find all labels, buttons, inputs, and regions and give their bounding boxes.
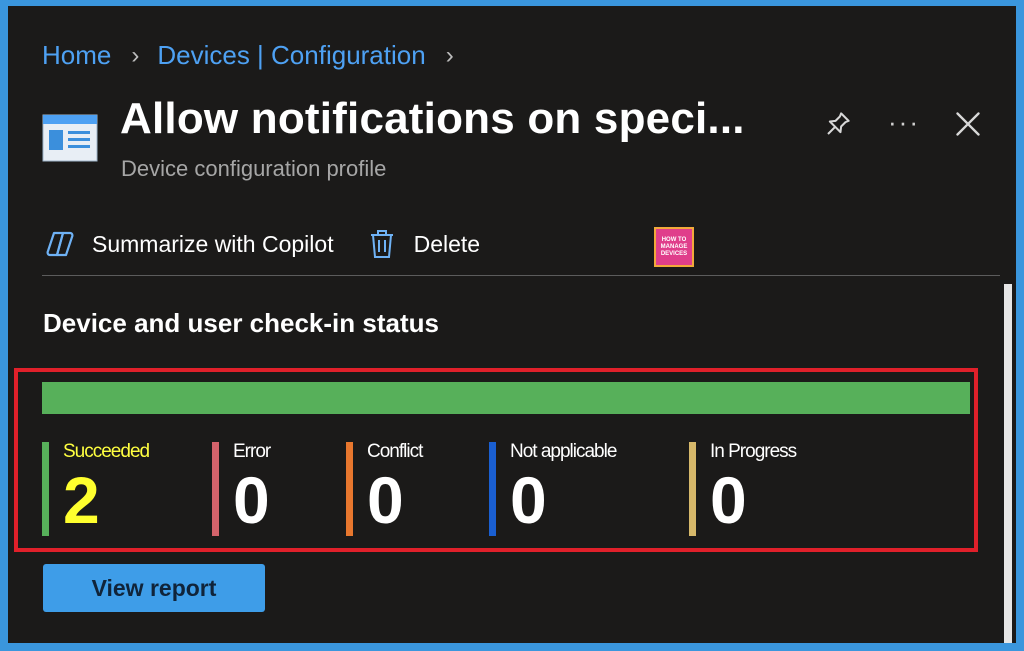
page-subtitle: Device configuration profile (121, 156, 387, 181)
chevron-right-icon: › (445, 41, 454, 69)
vertical-scrollbar[interactable] (1004, 284, 1012, 643)
stat-value: 0 (367, 463, 404, 537)
stat-value: 0 (510, 463, 547, 537)
page-title: Allow notifications on speci... (120, 94, 745, 143)
summarize-label: Summarize with Copilot (92, 230, 334, 257)
logo-line: HOW TO (661, 236, 687, 243)
section-title: Device and user check-in status (43, 308, 439, 338)
delete-button[interactable]: Delete (364, 226, 480, 262)
stat-label: Succeeded (63, 441, 150, 463)
how-to-manage-devices-logo: HOW TO MANAGE DEVICES (654, 227, 694, 267)
more-options-button[interactable]: ··· (882, 102, 926, 142)
stat-conflict[interactable]: Conflict 0 (346, 441, 423, 537)
breadcrumb: Home › Devices | Configuration › (42, 40, 472, 71)
breadcrumb-devices-configuration[interactable]: Devices | Configuration (157, 40, 425, 71)
stat-not-applicable[interactable]: Not applicable 0 (489, 441, 617, 537)
delete-label: Delete (413, 230, 481, 257)
toolbar-divider (42, 275, 1000, 276)
configuration-profile-icon (42, 114, 98, 162)
close-button[interactable] (946, 104, 990, 144)
logo-line: DEVICES (660, 250, 688, 257)
stat-in-progress[interactable]: In Progress 0 (689, 441, 797, 537)
trash-icon (364, 226, 400, 262)
stat-error[interactable]: Error 0 (212, 441, 271, 537)
stat-label: Error (233, 441, 271, 462)
stat-label: Not applicable (510, 441, 617, 462)
succeeded-fill (42, 382, 970, 414)
stat-succeeded[interactable]: Succeeded 2 (42, 441, 150, 537)
stat-value: 0 (233, 463, 270, 537)
check-in-status-bar (42, 382, 970, 414)
stat-value: 0 (710, 463, 747, 537)
pin-button[interactable] (816, 104, 860, 144)
blade-panel: Home › Devices | Configuration › Allow n… (8, 6, 1016, 643)
close-icon (956, 112, 980, 136)
stat-label: Conflict (367, 441, 423, 462)
stat-value: 2 (63, 463, 100, 537)
breadcrumb-home[interactable]: Home (42, 40, 111, 71)
copilot-icon (42, 226, 78, 262)
command-bar: Summarize with Copilot Delete (42, 220, 510, 268)
view-report-button[interactable]: View report (43, 564, 265, 612)
stat-label: In Progress (710, 441, 797, 462)
logo-line: MANAGE (660, 243, 688, 250)
chevron-right-icon: › (131, 41, 140, 69)
pin-icon (827, 112, 850, 135)
summarize-with-copilot-button[interactable]: Summarize with Copilot (42, 226, 334, 262)
